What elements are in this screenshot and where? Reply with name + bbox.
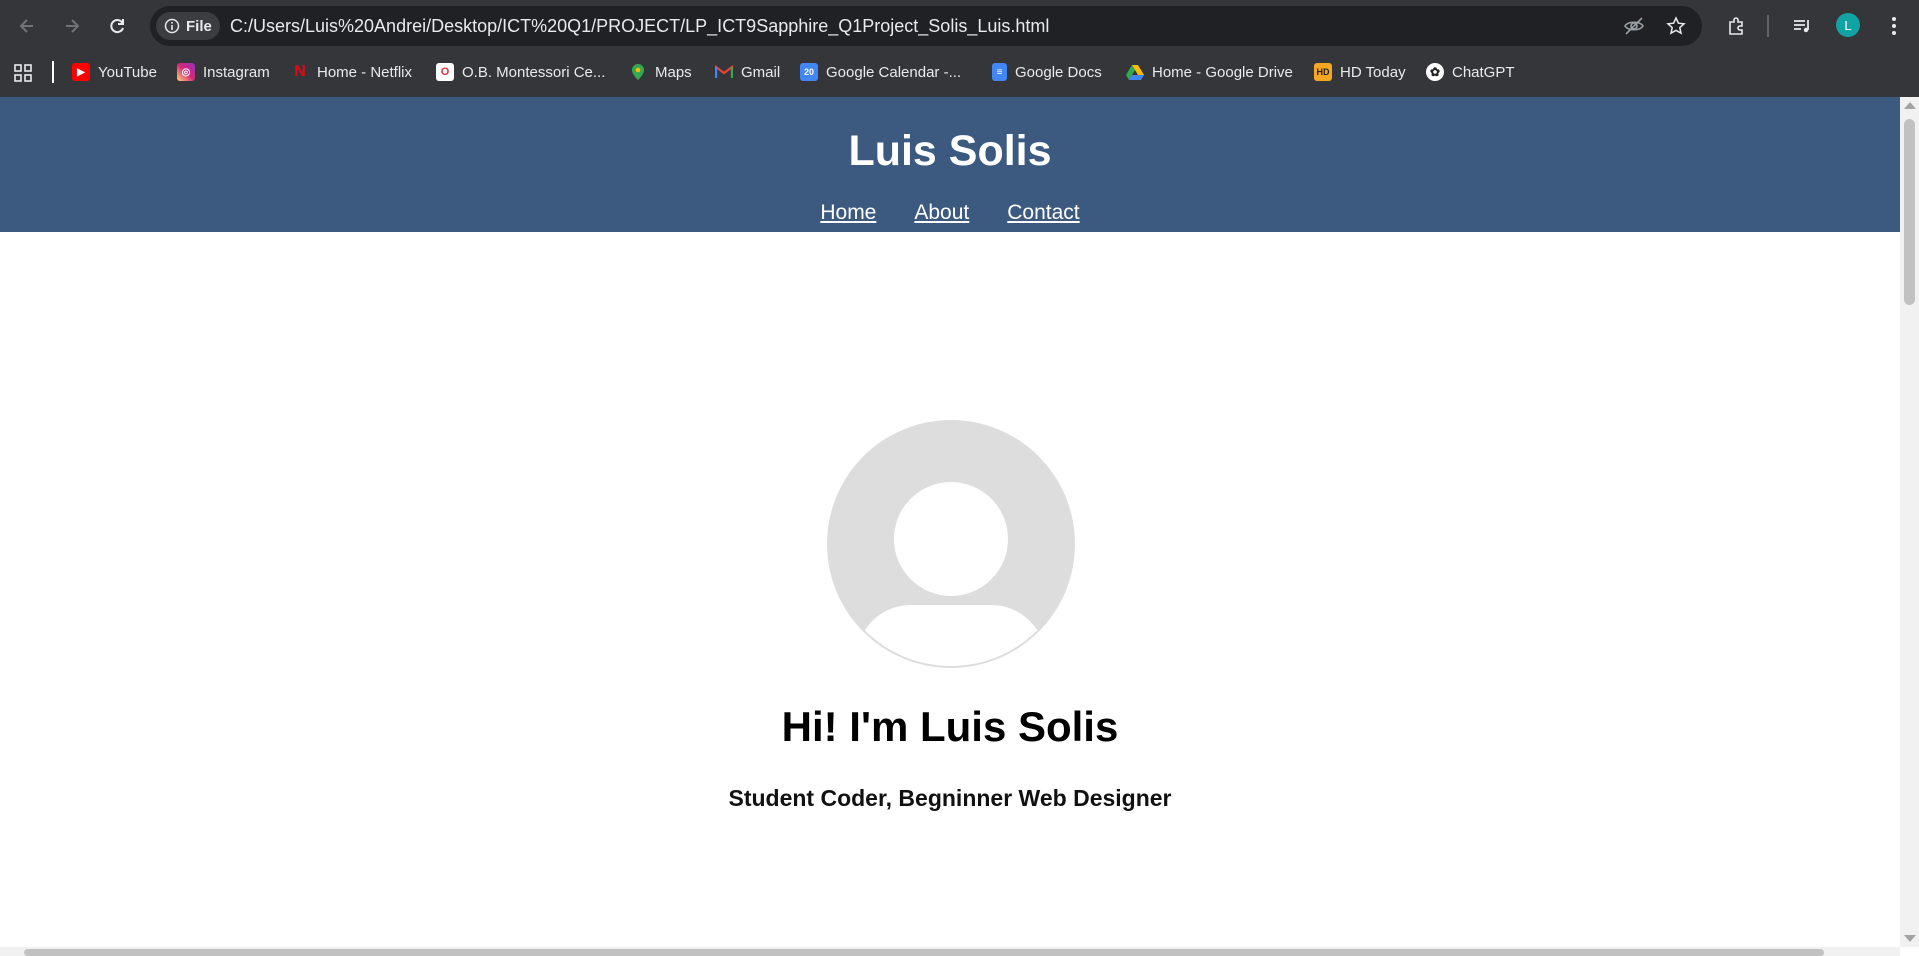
bookmark-netflix[interactable]: N Home - Netflix	[287, 60, 416, 84]
bookmark-label: ChatGPT	[1452, 63, 1515, 81]
puzzle-icon	[1729, 17, 1743, 35]
media-control-button[interactable]	[1787, 11, 1817, 41]
forward-button[interactable]	[57, 11, 87, 41]
bookmark-label: Google Docs	[1015, 63, 1102, 81]
url-text[interactable]: C:/Users/Luis%20Andrei/Desktop/ICT%20Q1/…	[230, 16, 1049, 37]
page-viewport: Luis Solis Home About Contact Hi! I'm Lu…	[0, 97, 1900, 947]
bookmark-label: Home - Google Drive	[1152, 63, 1293, 81]
site-title: Luis Solis	[848, 127, 1052, 175]
nav-link-about[interactable]: About	[914, 201, 969, 225]
horizontal-scrollbar[interactable]	[0, 947, 1900, 956]
site-chip-label: File	[186, 17, 212, 35]
bookmark-gmail[interactable]: Gmail	[711, 60, 784, 84]
nav-link-home[interactable]: Home	[820, 201, 876, 225]
hero-greeting: Hi! I'm Luis Solis	[781, 703, 1119, 750]
docs-icon: ≡	[992, 63, 1007, 81]
back-button[interactable]	[12, 11, 42, 41]
bookmark-label: Google Calendar -...	[826, 63, 962, 81]
bookmarks-bar: ▶ YouTube ◎ Instagram N Home - Netflix O…	[0, 52, 1919, 92]
youtube-icon: ▶	[72, 63, 90, 81]
bookmark-label: Instagram	[203, 63, 270, 81]
chatgpt-icon: ✿	[1426, 63, 1444, 81]
user-avatar-icon	[827, 420, 1075, 668]
bookmark-label: HD Today	[1340, 63, 1406, 81]
more-vertical-icon	[1892, 17, 1896, 35]
arrow-left-icon	[19, 19, 33, 33]
scroll-down-arrow-icon[interactable]	[1904, 935, 1916, 942]
calendar-icon: 20	[800, 63, 818, 81]
bookmark-label: Home - Netflix	[317, 63, 413, 81]
hero-tagline: Student Coder, Begninner Web Designer	[728, 785, 1172, 811]
bookmarks-divider	[52, 61, 54, 83]
bookmark-chatgpt[interactable]: ✿ ChatGPT	[1422, 60, 1519, 84]
instagram-icon: ◎	[177, 63, 195, 81]
maps-icon	[629, 63, 647, 81]
vertical-scroll-thumb[interactable]	[1904, 119, 1915, 305]
bookmark-montessori[interactable]: O O.B. Montessori Ce...	[432, 60, 609, 84]
bookmark-maps[interactable]: Maps	[625, 60, 696, 84]
bookmark-google-drive[interactable]: Home - Google Drive	[1122, 60, 1297, 84]
reload-button[interactable]	[102, 11, 132, 41]
site-header: Luis Solis Home About Contact	[0, 97, 1900, 232]
toolbar-divider	[1767, 15, 1769, 37]
apps-grid-icon[interactable]	[13, 63, 33, 88]
info-icon	[164, 18, 180, 34]
bookmark-instagram[interactable]: ◎ Instagram	[173, 60, 274, 84]
browser-toolbar: File C:/Users/Luis%20Andrei/Desktop/ICT%…	[0, 0, 1919, 52]
browser-menu-button[interactable]	[1879, 11, 1909, 41]
bookmark-label: Gmail	[741, 63, 781, 81]
vertical-scrollbar[interactable]	[1900, 97, 1919, 947]
hd-today-icon: HD	[1314, 63, 1332, 81]
bookmark-star-icon[interactable]	[1664, 14, 1688, 38]
bookmark-google-calendar[interactable]: 20 Google Calendar -...	[796, 60, 965, 84]
browser-chrome: File C:/Users/Luis%20Andrei/Desktop/ICT%…	[0, 0, 1919, 97]
netflix-icon: N	[294, 63, 306, 80]
bookmark-hd-today[interactable]: HD HD Today	[1310, 60, 1410, 84]
gmail-icon	[715, 63, 733, 81]
scroll-up-arrow-icon[interactable]	[1904, 102, 1916, 109]
drive-icon	[1126, 63, 1144, 81]
horizontal-scroll-thumb[interactable]	[24, 949, 1824, 956]
eye-off-icon[interactable]	[1622, 14, 1646, 38]
montessori-icon: O	[436, 63, 454, 81]
playlist-icon	[1794, 20, 1809, 33]
address-bar[interactable]: File C:/Users/Luis%20Andrei/Desktop/ICT%…	[150, 6, 1702, 46]
bookmark-label: YouTube	[98, 63, 157, 81]
profile-avatar[interactable]: L	[1836, 13, 1860, 37]
arrow-right-icon	[66, 19, 80, 33]
extensions-button[interactable]	[1722, 11, 1752, 41]
bookmark-label: O.B. Montessori Ce...	[462, 63, 606, 81]
reload-icon	[110, 19, 124, 34]
bookmark-youtube[interactable]: ▶ YouTube	[68, 60, 161, 84]
site-nav: Home About Contact	[0, 201, 1900, 225]
site-info-chip[interactable]: File	[156, 12, 220, 40]
bookmark-google-docs[interactable]: ≡ Google Docs	[988, 60, 1106, 84]
bookmark-label: Maps	[655, 63, 692, 81]
nav-link-contact[interactable]: Contact	[1007, 201, 1079, 225]
